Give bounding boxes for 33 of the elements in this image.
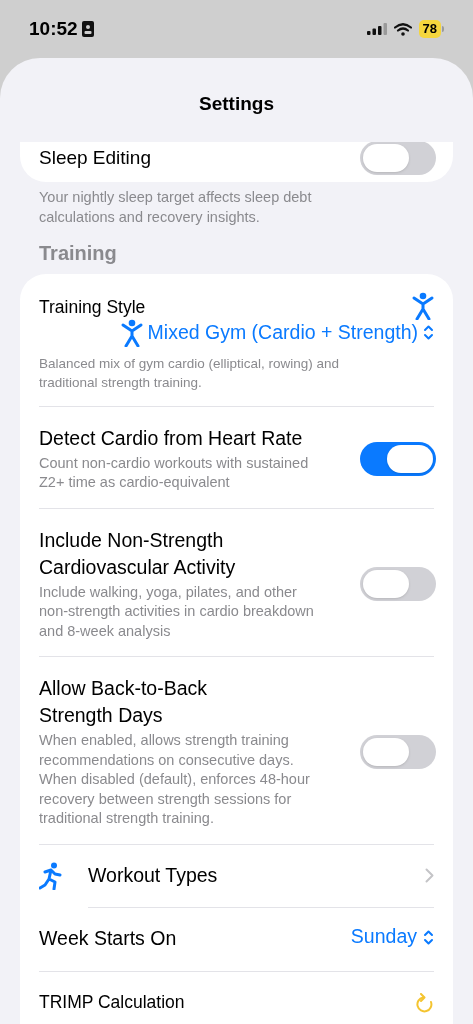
person-icon <box>120 318 143 347</box>
week-start-picker[interactable]: Sunday <box>350 922 434 952</box>
signal-icon <box>366 23 387 35</box>
chevron-right-icon <box>425 868 434 883</box>
battery-level: 78 <box>418 20 441 38</box>
wifi-icon <box>393 22 412 36</box>
toggle-switch[interactable] <box>360 566 436 601</box>
sheet-title: Settings <box>199 91 274 116</box>
id-card-icon <box>81 21 94 37</box>
section-footer: Your nightly sleep target affects sleep debt calculations and recovery insights. <box>39 187 364 227</box>
refresh-icon[interactable] <box>416 992 434 1013</box>
up-down-chevron-icon <box>423 324 434 342</box>
setting-label: Training Style <box>39 296 146 319</box>
setting-description: When enabled, allows strength training recommendations on consecutive days. When disabled (default), enforces 48-hour recovery between strength sessions for traditional strength training. <box>39 731 311 828</box>
runner-icon <box>39 861 63 890</box>
section-header: Training <box>39 242 117 264</box>
training-style-picker[interactable]: Mixed Gym (Cardio + Strength) <box>39 318 434 348</box>
up-down-chevron-icon <box>423 928 434 946</box>
setting-label: Allow Back-to-Back Strength Days <box>39 676 208 728</box>
toggle-switch[interactable] <box>360 734 436 769</box>
setting-description: Count non-cardio workouts with sustained Z2+ time as cardio-equivalent <box>39 453 310 492</box>
person-icon <box>412 292 434 320</box>
toggle-switch[interactable] <box>360 441 436 476</box>
status-time: 10:52 <box>29 16 78 41</box>
setting-label: Week Starts On <box>39 926 177 952</box>
setting-label: Detect Cardio from Heart Rate <box>39 425 304 451</box>
setting-description: Include walking, yoga, pilates, and other non-strength activities in cardio breakdown and 8-week analysis <box>39 582 315 641</box>
toggle-switch[interactable] <box>360 142 436 175</box>
setting-label: Sleep Editing <box>39 145 151 170</box>
setting-label: TRIMP Calculation <box>39 991 185 1015</box>
setting-description: Balanced mix of gym cardio (elliptical, rowing) and traditional strength training. <box>39 354 341 392</box>
setting-label: Include Non-Strength Cardiovascular Activity <box>39 527 237 580</box>
workout-types-row[interactable]: Workout Types <box>20 844 453 907</box>
